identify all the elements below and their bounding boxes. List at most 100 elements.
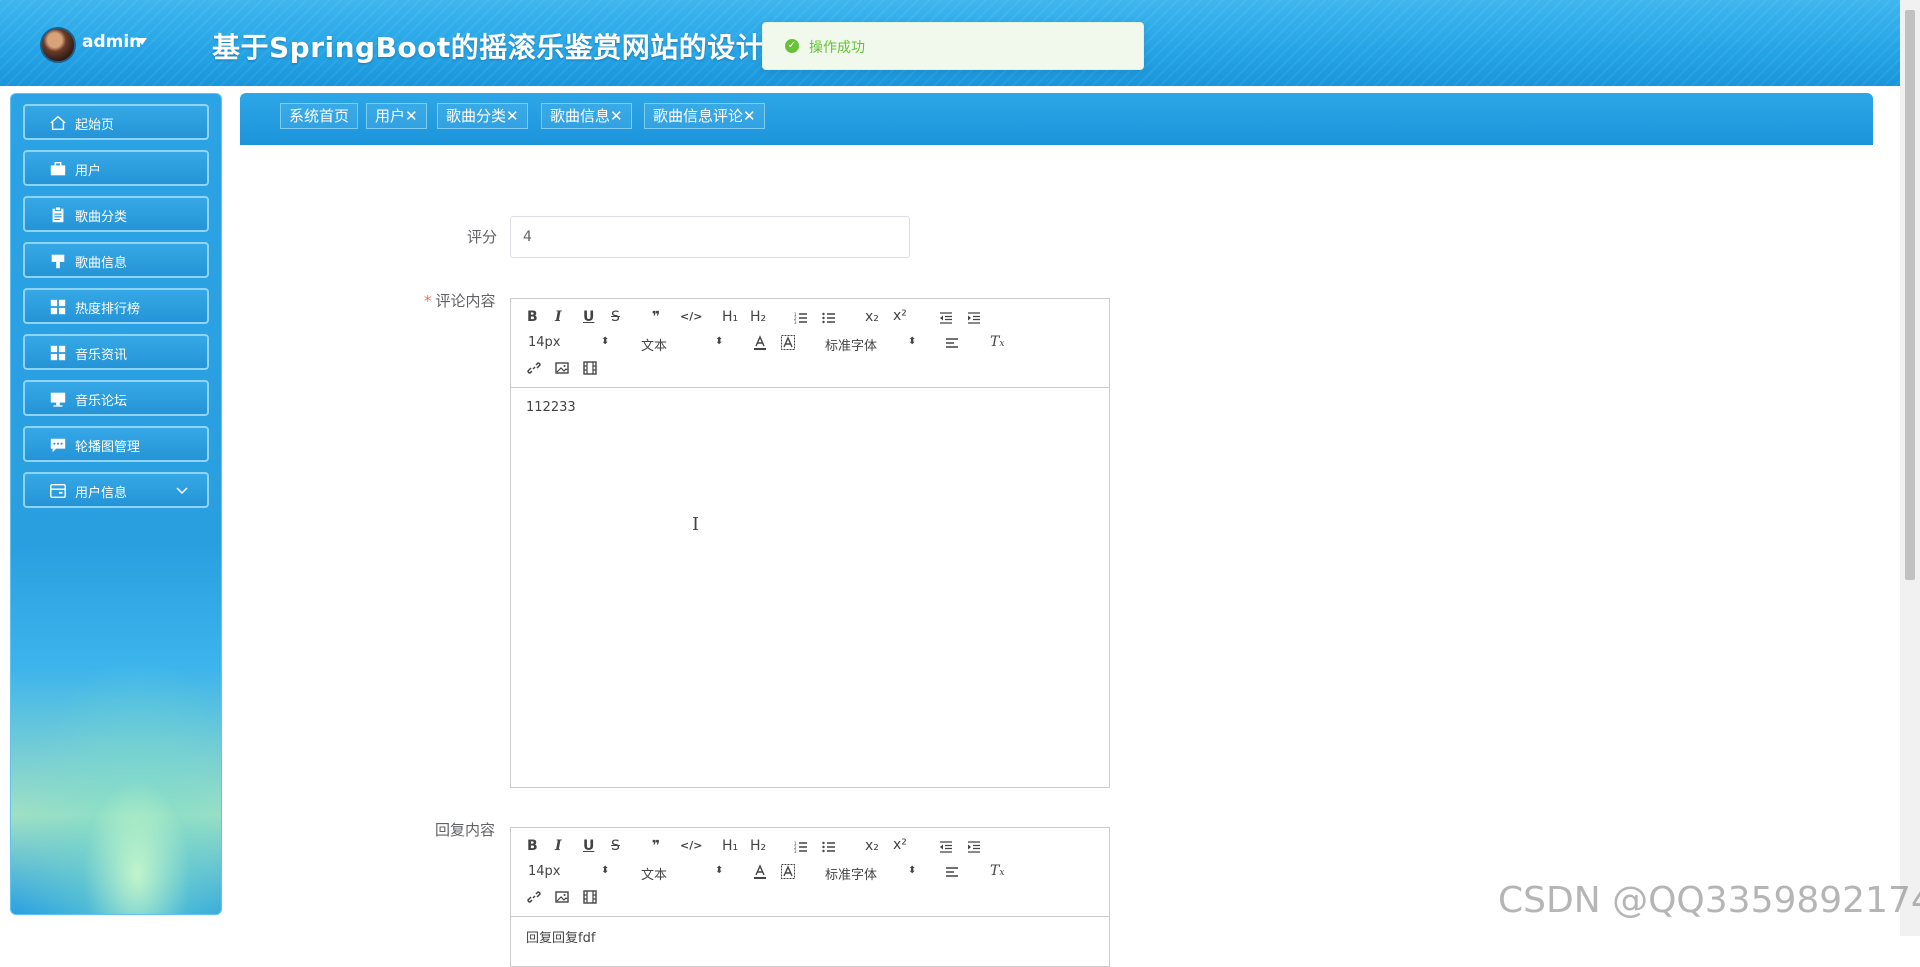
grid-icon — [50, 345, 66, 361]
sidebar-item-music-forum[interactable]: 音乐论坛 — [23, 380, 209, 416]
strike-button[interactable]: S — [611, 838, 620, 854]
bold-button[interactable]: B — [527, 838, 538, 854]
chevron-down-icon — [176, 487, 188, 495]
sidebar-background-glow — [11, 654, 221, 914]
brush-icon — [51, 254, 65, 269]
sidebar-item-carousel[interactable]: 轮播图管理 — [23, 426, 209, 462]
italic-button[interactable]: I — [555, 309, 562, 325]
sidebar-item-label: 音乐论坛 — [75, 394, 128, 409]
sidebar-item-song-info[interactable]: 歌曲信息 — [23, 242, 209, 278]
background-color-icon[interactable] — [781, 335, 795, 351]
font-size-select[interactable]: 14px — [528, 335, 561, 350]
code-button[interactable]: </> — [680, 839, 702, 852]
username[interactable]: admin — [82, 32, 141, 52]
tab-home[interactable]: 系统首页 — [280, 103, 359, 129]
comment-label: * 评论内容 — [424, 290, 496, 311]
subscript-button[interactable]: x₂ — [865, 838, 879, 854]
reply-editor[interactable]: B I U S ❞ </> H₁ H₂ 123 x₂ x² 14px ⬍ 文本 … — [510, 827, 1110, 967]
clear-format-icon[interactable]: Tx — [990, 334, 1004, 350]
chat-icon — [50, 438, 66, 453]
sidebar-item-music-news[interactable]: 音乐资讯 — [23, 334, 209, 370]
code-button[interactable]: </> — [680, 310, 702, 323]
header-select[interactable]: 文本 — [641, 335, 667, 354]
superscript-button[interactable]: x² — [893, 837, 907, 853]
sidebar-item-hot-ranking[interactable]: 热度排行榜 — [23, 288, 209, 324]
sidebar-item-label: 起始页 — [75, 118, 115, 133]
subscript-button[interactable]: x₂ — [865, 309, 879, 325]
indent-icon[interactable] — [967, 840, 981, 854]
bold-button[interactable]: B — [527, 309, 538, 325]
background-color-icon[interactable] — [781, 864, 795, 880]
required-mark: * — [424, 292, 432, 310]
comment-editor[interactable]: B I U S ❞ </> H₁ H₂ 123 x₂ x² 14px ⬍ 文本 … — [510, 298, 1110, 788]
briefcase-icon — [50, 161, 66, 176]
indent-icon[interactable] — [967, 311, 981, 325]
strike-button[interactable]: S — [611, 309, 620, 325]
comment-label-text: 评论内容 — [435, 292, 496, 310]
font-family-select[interactable]: 标准字体 — [825, 864, 877, 883]
link-icon[interactable] — [527, 890, 541, 904]
reply-label: 回复内容 — [435, 821, 496, 839]
video-icon[interactable] — [583, 361, 597, 375]
sidebar-item-song-category[interactable]: 歌曲分类 — [23, 196, 209, 232]
sidebar-item-home[interactable]: 起始页 — [23, 104, 209, 140]
comment-editor-body[interactable]: 112233 I — [511, 388, 1109, 788]
italic-button[interactable]: I — [555, 838, 562, 854]
font-color-icon[interactable] — [753, 864, 767, 880]
ordered-list-icon[interactable]: 123 — [794, 840, 808, 854]
scrollbar-thumb[interactable] — [1905, 10, 1915, 580]
reply-editor-toolbar: B I U S ❞ </> H₁ H₂ 123 x₂ x² 14px ⬍ 文本 … — [511, 828, 1109, 917]
tab-song-comment[interactable]: 歌曲信息评论✕ — [644, 103, 765, 129]
header-select[interactable]: 文本 — [641, 864, 667, 883]
font-color-icon[interactable] — [753, 335, 767, 351]
tab-song-info[interactable]: 歌曲信息✕ — [541, 103, 632, 129]
clipboard-icon — [52, 206, 64, 223]
select-arrows-icon: ⬍ — [601, 336, 610, 347]
font-size-select[interactable]: 14px — [528, 864, 561, 879]
sidebar-item-users[interactable]: 用户 — [23, 150, 209, 186]
outdent-icon[interactable] — [939, 840, 953, 854]
reply-editor-body[interactable]: 回复回复fdf — [511, 917, 1109, 967]
sidebar-item-label: 歌曲分类 — [75, 210, 128, 225]
site-title: 基于SpringBoot的摇滚乐鉴赏网站的设计与 — [212, 31, 793, 64]
underline-button[interactable]: U — [583, 838, 594, 854]
select-arrows-icon: ⬍ — [715, 865, 724, 876]
tab-bar: 系统首页 用户✕ 歌曲分类✕ 歌曲信息✕ 歌曲信息评论✕ — [240, 93, 1873, 145]
caret-down-icon[interactable] — [137, 38, 147, 45]
clear-format-icon[interactable]: Tx — [990, 863, 1004, 879]
bullet-list-icon[interactable] — [822, 840, 836, 854]
reply-text: 回复回复fdf — [526, 931, 596, 946]
sidebar-item-user-info[interactable]: 用户信息 — [23, 472, 209, 508]
avatar[interactable] — [40, 27, 76, 63]
sidebar: 起始页 用户 歌曲分类 歌曲信息 热度排行榜 音乐资讯 音乐论坛 轮播图管理 用… — [10, 93, 222, 915]
align-icon[interactable] — [945, 865, 959, 879]
tab-song-category[interactable]: 歌曲分类✕ — [437, 103, 528, 129]
h2-button[interactable]: H₂ — [750, 309, 766, 325]
score-input[interactable]: 4 — [510, 216, 910, 258]
svg-text:3: 3 — [794, 849, 797, 854]
link-icon[interactable] — [527, 361, 541, 375]
image-icon[interactable] — [555, 361, 569, 375]
align-icon[interactable] — [945, 336, 959, 350]
outdent-icon[interactable] — [939, 311, 953, 325]
card-icon — [50, 483, 66, 499]
select-arrows-icon: ⬍ — [601, 865, 610, 876]
comment-editor-toolbar: B I U S ❞ </> H₁ H₂ 123 x₂ x² 14px ⬍ 文本 … — [511, 299, 1109, 388]
video-icon[interactable] — [583, 890, 597, 904]
sidebar-item-label: 轮播图管理 — [75, 440, 141, 455]
h2-button[interactable]: H₂ — [750, 838, 766, 854]
quote-button[interactable]: ❞ — [652, 309, 660, 325]
font-family-select[interactable]: 标准字体 — [825, 335, 877, 354]
h1-button[interactable]: H₁ — [722, 309, 738, 325]
sidebar-item-label: 音乐资讯 — [75, 348, 128, 363]
superscript-button[interactable]: x² — [893, 308, 907, 324]
underline-button[interactable]: U — [583, 309, 594, 325]
quote-button[interactable]: ❞ — [652, 838, 660, 854]
image-icon[interactable] — [555, 890, 569, 904]
sidebar-item-label: 歌曲信息 — [75, 256, 128, 271]
ordered-list-icon[interactable]: 123 — [794, 311, 808, 325]
h1-button[interactable]: H₁ — [722, 838, 738, 854]
tab-users[interactable]: 用户✕ — [366, 103, 427, 129]
bullet-list-icon[interactable] — [822, 311, 836, 325]
monitor-icon — [50, 392, 66, 407]
